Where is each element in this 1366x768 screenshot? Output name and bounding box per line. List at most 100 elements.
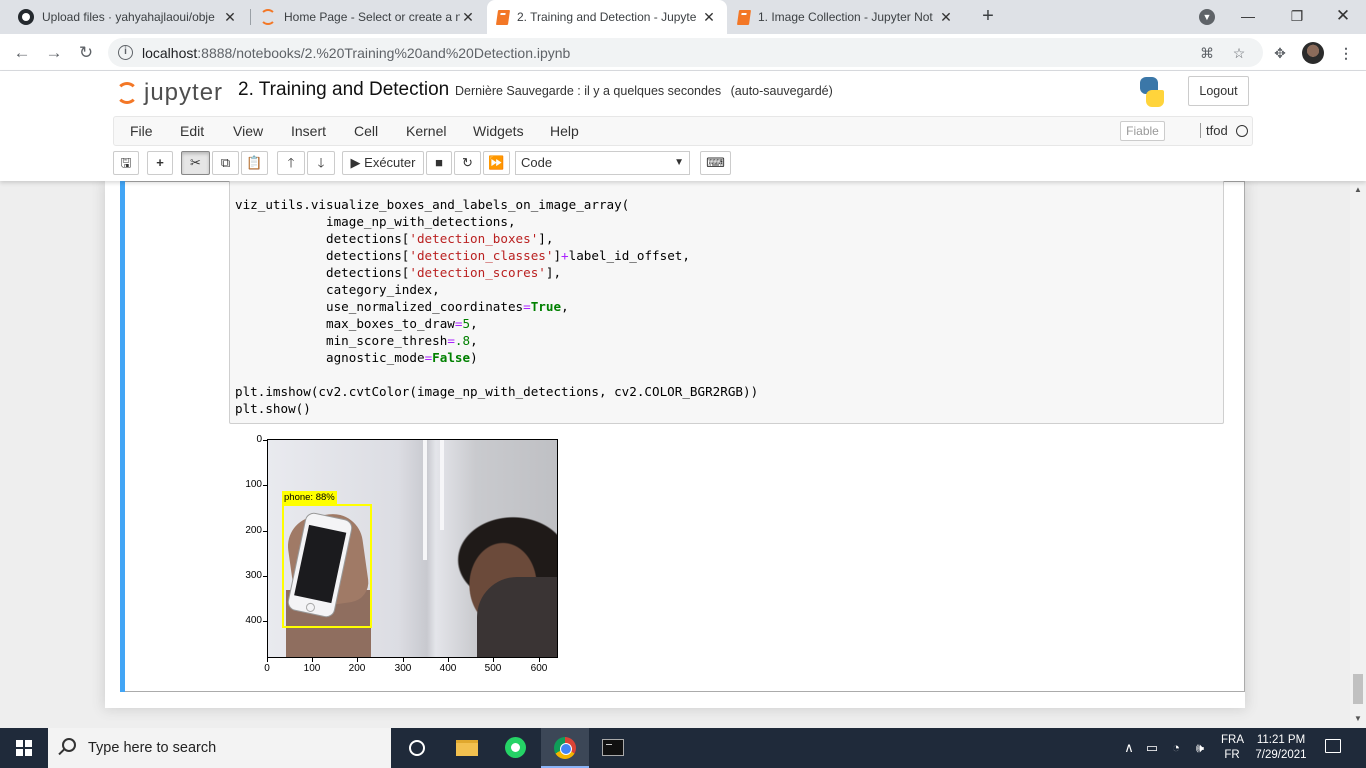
chrome-icon[interactable] [554, 737, 576, 759]
show-hidden-icons-icon[interactable]: ∧ [1121, 740, 1137, 756]
taskbar-clock[interactable]: 11:21 PM 7/29/2021 [1252, 733, 1310, 763]
page-scrollbar[interactable]: ▲ ▼ [1350, 181, 1366, 728]
volume-icon[interactable]: 🕪 [1192, 740, 1208, 756]
url-text[interactable]: localhost:8888/notebooks/2.%20Training%2… [142, 45, 570, 61]
info-icon[interactable]: i [118, 45, 133, 60]
input-language[interactable]: FRA FR [1221, 733, 1244, 763]
start-button[interactable] [0, 728, 48, 768]
clock-date: 7/29/2021 [1255, 749, 1307, 761]
scrollbar-thumb[interactable] [1353, 674, 1363, 704]
menu-file[interactable]: File [130, 123, 153, 139]
save-icon: 🖫 [120, 155, 132, 170]
close-tab-icon[interactable]: ✕ [938, 9, 954, 26]
close-tab-icon[interactable]: ✕ [701, 9, 717, 26]
translate-icon[interactable]: ⌘ [1198, 44, 1216, 62]
wifi-icon[interactable]: ◔ [1168, 740, 1184, 755]
insert-cell-button[interactable]: + [147, 151, 173, 175]
menu-edit[interactable]: Edit [180, 123, 204, 139]
browser-tab-github[interactable]: Upload files · yahyahajlaoui/obje ✕ [8, 0, 248, 34]
terminal-icon[interactable] [602, 739, 624, 756]
command-palette-button[interactable]: ⌨ [700, 151, 731, 175]
profile-avatar[interactable] [1302, 42, 1324, 64]
paste-cell-button[interactable]: 📋 [241, 151, 268, 175]
play-icon: ▶ [350, 155, 361, 170]
chevron-down-icon: ▼ [674, 157, 684, 168]
browser-tab-training[interactable]: 2. Training and Detection - Jupyte ✕ [487, 0, 727, 34]
cell-input-area[interactable]: viz_utils.visualize_boxes_and_labels_on_… [229, 181, 1224, 424]
cut-cell-button[interactable]: ✂ [181, 151, 210, 175]
menu-widgets[interactable]: Widgets [473, 123, 524, 139]
kernel-name[interactable]: tfod [1200, 123, 1228, 138]
tab-search-icon[interactable]: ▼ [1199, 9, 1215, 25]
forward-arrow-icon[interactable]: → [42, 41, 66, 65]
copy-cell-button[interactable]: ⧉ [212, 151, 239, 175]
restore-button[interactable]: ❐ [1284, 4, 1310, 28]
bookmark-star-icon[interactable]: ☆ [1230, 44, 1248, 62]
restart-run-all-button[interactable]: ⏩ [483, 151, 510, 175]
tab-title: 1. Image Collection - Jupyter Not [758, 10, 933, 24]
whatsapp-icon[interactable] [505, 737, 526, 758]
cell-type-select[interactable]: Code ▼ [515, 151, 690, 175]
search-placeholder: Type here to search [88, 740, 217, 756]
code-line: detections['detection_scores'], [235, 265, 562, 280]
logout-button[interactable]: Logout [1188, 76, 1249, 106]
battery-icon[interactable]: ▭ [1144, 740, 1160, 756]
scroll-up-arrow-icon[interactable]: ▲ [1350, 185, 1366, 194]
browser-tab-home[interactable]: Home Page - Select or create a n ✕ [250, 0, 486, 34]
tab-title: Upload files · yahyahajlaoui/obje [42, 10, 215, 24]
cell-selection-bar [120, 181, 125, 692]
close-window-button[interactable]: ✕ [1330, 4, 1356, 28]
detection-label: phone: 88% [282, 491, 337, 504]
y-tick-mark [263, 440, 267, 441]
tab-title: Home Page - Select or create a n [284, 10, 460, 24]
x-tick-mark [493, 658, 494, 662]
notifications-icon[interactable] [1325, 739, 1341, 753]
extensions-puzzle-icon[interactable]: ✥ [1270, 43, 1290, 63]
trusted-indicator[interactable]: Fiable [1120, 121, 1165, 141]
restart-kernel-button[interactable]: ↻ [454, 151, 481, 175]
new-tab-button[interactable]: + [977, 5, 999, 27]
menu-bar: File Edit View Insert Cell Kernel Widget… [113, 116, 1253, 146]
menu-view[interactable]: View [233, 123, 263, 139]
close-tab-icon[interactable]: ✕ [460, 9, 476, 26]
move-up-button[interactable]: 🡑 [277, 151, 305, 175]
x-tick-mark [539, 658, 540, 662]
scissors-icon: ✂ [190, 155, 201, 170]
close-tab-icon[interactable]: ✕ [222, 9, 238, 26]
address-bar[interactable]: i localhost:8888/notebooks/2.%20Training… [108, 38, 1263, 67]
move-down-button[interactable]: 🡓 [307, 151, 335, 175]
file-explorer-icon[interactable] [456, 740, 478, 756]
code-line: use_normalized_coordinates=True, [235, 299, 569, 314]
minimize-button[interactable]: — [1235, 4, 1261, 28]
jupyter-notebook-icon [495, 9, 511, 25]
x-tick-label: 200 [348, 663, 366, 674]
save-button[interactable]: 🖫 [113, 151, 139, 175]
arrow-down-icon: 🡓 [317, 155, 325, 170]
menu-help[interactable]: Help [550, 123, 579, 139]
jupyter-logo-icon [116, 82, 138, 104]
run-button[interactable]: ▶ Exécuter [342, 151, 424, 175]
scroll-down-arrow-icon[interactable]: ▼ [1350, 714, 1366, 723]
more-menu-icon[interactable]: ⋮ [1336, 43, 1356, 63]
save-status: Dernière Sauvegarde : il y a quelques se… [455, 84, 833, 98]
x-tick-mark [312, 658, 313, 662]
back-arrow-icon[interactable]: ← [10, 41, 34, 65]
interrupt-kernel-button[interactable]: ■ [426, 151, 452, 175]
menu-kernel[interactable]: Kernel [406, 123, 446, 139]
code-line: min_score_thresh=.8, [235, 333, 478, 348]
task-view-icon[interactable] [409, 740, 425, 756]
jupyter-logo[interactable]: jupyter [116, 79, 223, 107]
menu-cell[interactable]: Cell [354, 123, 378, 139]
menu-insert[interactable]: Insert [291, 123, 326, 139]
notebook-title[interactable]: 2. Training and Detection [238, 79, 449, 101]
paste-icon: 📋 [246, 155, 263, 170]
taskbar-search[interactable]: Type here to search [48, 728, 391, 768]
code-editor[interactable]: viz_utils.visualize_boxes_and_labels_on_… [235, 196, 758, 417]
y-tick-label: 0 [256, 434, 262, 445]
y-tick-mark [263, 621, 267, 622]
x-tick-label: 600 [530, 663, 548, 674]
y-tick-label: 100 [245, 479, 262, 490]
browser-tab-image-collection[interactable]: 1. Image Collection - Jupyter Not ✕ [728, 0, 964, 34]
clock-time: 11:21 PM [1256, 734, 1306, 746]
reload-icon[interactable]: ↻ [74, 41, 98, 65]
